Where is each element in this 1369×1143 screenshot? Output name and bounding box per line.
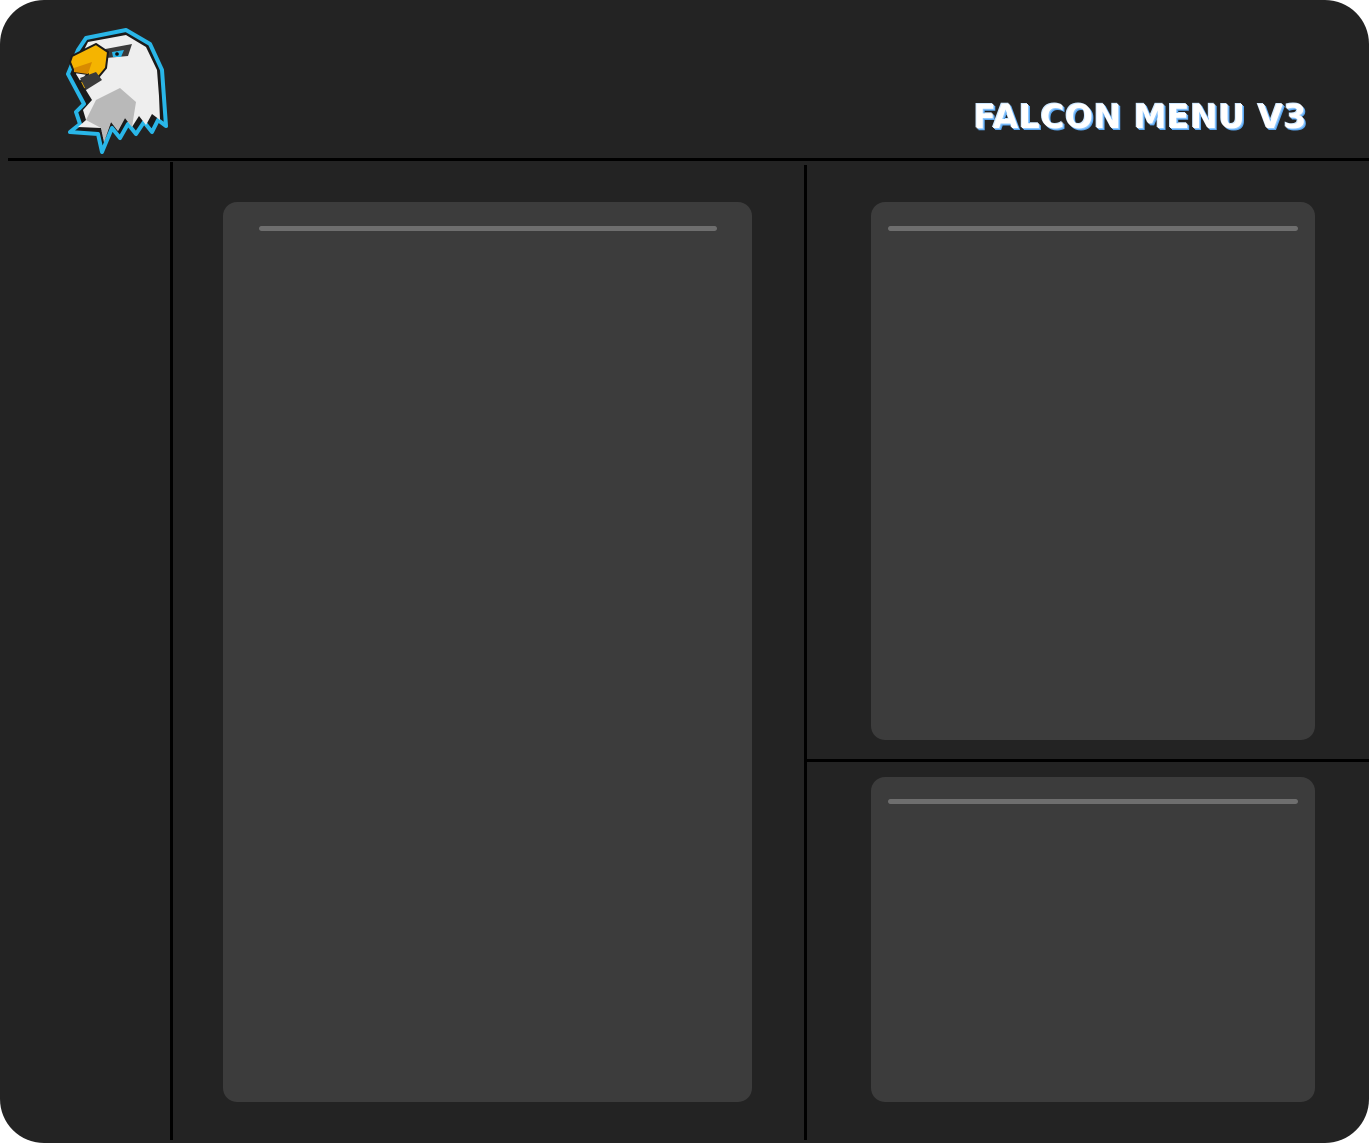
bottom-right-panel [871, 777, 1315, 1102]
sidebar [0, 161, 170, 1143]
bottom-right-panel-header-bar [888, 799, 1298, 804]
column-divider [804, 165, 807, 1140]
main-panel [223, 202, 752, 1102]
app-title: FALCON MENU V3 [973, 97, 1307, 136]
right-column-divider [807, 759, 1369, 762]
sidebar-divider [170, 162, 173, 1140]
top-right-panel [871, 202, 1315, 740]
top-right-panel-header-bar [888, 226, 1298, 231]
main-panel-header-bar [259, 226, 717, 231]
header-divider [8, 158, 1369, 161]
menu-window: FALCON MENU V3 [0, 0, 1369, 1143]
eagle-logo-icon [66, 28, 168, 154]
